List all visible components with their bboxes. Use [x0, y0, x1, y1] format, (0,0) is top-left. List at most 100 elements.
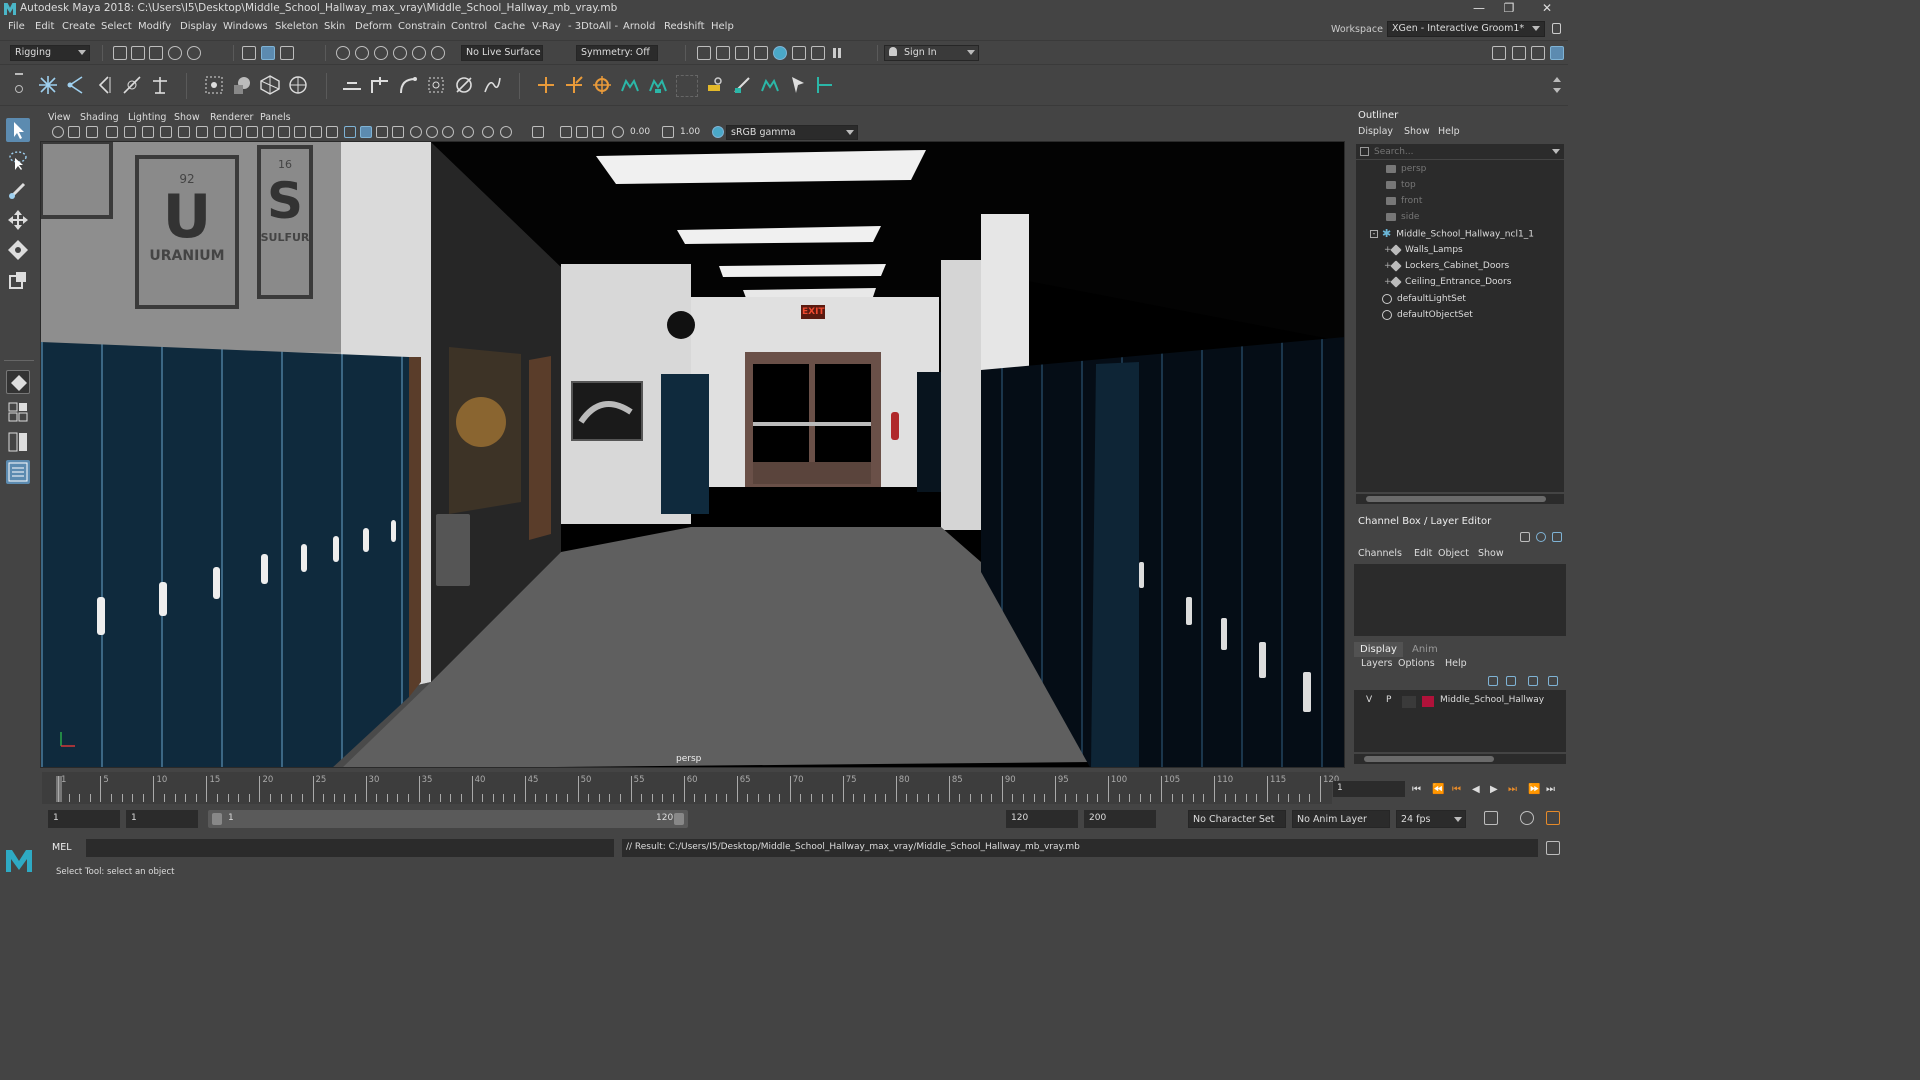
- menu-select[interactable]: Select: [101, 21, 132, 32]
- wireframe-icon[interactable]: [246, 126, 258, 138]
- redshift-render-icon[interactable]: [811, 46, 825, 60]
- range-start-handle[interactable]: [212, 813, 222, 825]
- grease-pencil-icon[interactable]: [482, 126, 494, 138]
- animation-preferences-icon[interactable]: [1546, 811, 1560, 825]
- layer-menu-options[interactable]: Options: [1398, 658, 1435, 669]
- step-forward-key-icon[interactable]: ⏭: [1508, 784, 1517, 795]
- channel-box-icon[interactable]: [1550, 46, 1564, 60]
- menu-edit[interactable]: Edit: [35, 21, 54, 32]
- menu-cache[interactable]: Cache: [494, 21, 525, 32]
- gamma-icon[interactable]: [662, 126, 674, 138]
- scrollbar-thumb[interactable]: [1366, 496, 1546, 502]
- anti-aliasing-icon[interactable]: [442, 126, 454, 138]
- four-view-layout-button[interactable]: [6, 400, 30, 424]
- collapse-icon[interactable]: -: [1370, 230, 1378, 238]
- frame-all-icon[interactable]: [560, 126, 572, 138]
- mirror-joint-icon[interactable]: [94, 75, 114, 95]
- frame-selected-icon[interactable]: [576, 126, 588, 138]
- insert-joint-icon[interactable]: [66, 75, 86, 95]
- channel-menu-edit[interactable]: Edit: [1414, 548, 1432, 559]
- select-component-icon[interactable]: [280, 46, 294, 60]
- shadows-icon[interactable]: [326, 126, 338, 138]
- sign-in-button[interactable]: Sign In: [884, 45, 979, 61]
- xray-joints-icon[interactable]: [376, 126, 388, 138]
- menu-redshift[interactable]: Redshift: [664, 21, 705, 32]
- camera-lock-icon[interactable]: [106, 126, 118, 138]
- select-tool-button[interactable]: [6, 118, 30, 142]
- xray-icon[interactable]: [360, 126, 372, 138]
- layer-display-type-toggle[interactable]: [1402, 696, 1416, 708]
- live-surface-field[interactable]: No Live Surface: [461, 45, 543, 61]
- tab-display[interactable]: Display: [1354, 642, 1403, 657]
- xray-components-icon[interactable]: [392, 126, 404, 138]
- channel-menu-channels[interactable]: Channels: [1358, 548, 1402, 559]
- menu-file[interactable]: File: [8, 21, 25, 32]
- move-tool-button[interactable]: [6, 208, 30, 232]
- safe-action-icon[interactable]: [214, 126, 226, 138]
- outliner-menu-display[interactable]: Display: [1358, 126, 1393, 137]
- menu-help[interactable]: Help: [711, 21, 734, 32]
- play-backward-icon[interactable]: ◀: [1472, 784, 1480, 795]
- step-forward-icon[interactable]: ⏩: [1528, 784, 1540, 795]
- filter-icon[interactable]: [1360, 147, 1369, 156]
- mirror-skin-weights-icon[interactable]: [288, 75, 308, 95]
- layer-horizontal-scrollbar[interactable]: [1354, 754, 1566, 764]
- snap-point-icon[interactable]: [374, 46, 388, 60]
- paint-select-tool-button[interactable]: [6, 178, 30, 202]
- step-back-key-icon[interactable]: ⏮: [1452, 784, 1461, 795]
- bookmark-icon[interactable]: [124, 126, 136, 138]
- layer-color-swatch[interactable]: [1422, 696, 1434, 707]
- layer-menu-help[interactable]: Help: [1445, 658, 1467, 669]
- cluster-icon[interactable]: [342, 75, 362, 95]
- color-management-icon[interactable]: [712, 126, 724, 138]
- channel-menu-show[interactable]: Show: [1478, 548, 1504, 559]
- wireframe-on-shaded-icon[interactable]: [278, 126, 290, 138]
- single-perspective-layout-button[interactable]: [6, 370, 30, 394]
- vray-render-icon[interactable]: [773, 46, 787, 60]
- menu-constrain[interactable]: Constrain: [398, 21, 446, 32]
- outliner-item-persp[interactable]: persp: [1386, 162, 1426, 176]
- go-to-start-icon[interactable]: ⏮: [1412, 784, 1421, 795]
- scrollbar-thumb[interactable]: [1364, 756, 1494, 762]
- sculpt-deformer-icon[interactable]: [426, 75, 446, 95]
- arnold-render-icon[interactable]: [792, 46, 806, 60]
- attribute-editor-icon[interactable]: [1512, 46, 1526, 60]
- ipr-render-icon[interactable]: [716, 46, 730, 60]
- outliner-menu-show[interactable]: Show: [1404, 126, 1430, 137]
- layer-name[interactable]: Middle_School_Hallway: [1440, 695, 1544, 705]
- two-sided-lighting-icon[interactable]: [592, 126, 604, 138]
- viewport-menu-panels[interactable]: Panels: [260, 112, 291, 123]
- ambient-occlusion-icon[interactable]: [410, 126, 422, 138]
- anim-layer-dropdown[interactable]: No Anim Layer: [1292, 810, 1390, 828]
- set-key-icon[interactable]: [704, 75, 724, 95]
- viewport-menu-renderer[interactable]: Renderer: [210, 112, 253, 123]
- outliner-item-front[interactable]: front: [1386, 194, 1422, 208]
- render-settings-icon[interactable]: [735, 46, 749, 60]
- menu-control[interactable]: Control: [451, 21, 487, 32]
- menu-windows[interactable]: Windows: [223, 21, 268, 32]
- menu-skeleton[interactable]: Skeleton: [275, 21, 318, 32]
- open-scene-icon[interactable]: [131, 46, 145, 60]
- scale-tool-button[interactable]: [6, 268, 30, 292]
- workspace-dropdown[interactable]: XGen - Interactive Groom1*: [1387, 21, 1545, 37]
- outliner-item-default-light-set[interactable]: defaultLightSet: [1382, 292, 1466, 306]
- depth-of-field-icon[interactable]: [462, 126, 474, 138]
- isolate-select-icon[interactable]: [344, 126, 356, 138]
- gamma-field[interactable]: 1.00: [680, 127, 700, 137]
- redo-icon[interactable]: [187, 46, 201, 60]
- lock-icon[interactable]: [1552, 23, 1561, 34]
- outliner-item-default-object-set[interactable]: defaultObjectSet: [1382, 308, 1473, 322]
- field-chart-icon[interactable]: [196, 126, 208, 138]
- new-scene-icon[interactable]: [113, 46, 127, 60]
- time-slider[interactable]: 1 5 10 15 20 25 30 35 40 45 50 55 60 65 70 75 80 85 90 95 10…: [42, 772, 1339, 804]
- wrap-deformer-icon[interactable]: [482, 75, 502, 95]
- outliner-item-top[interactable]: top: [1386, 178, 1416, 192]
- tool-settings-icon[interactable]: [1531, 46, 1545, 60]
- viewport-menu-lighting[interactable]: Lighting: [128, 112, 166, 123]
- layer-playback-toggle[interactable]: P: [1386, 695, 1391, 705]
- new-layer-selected-icon[interactable]: [1548, 676, 1558, 686]
- menu-display[interactable]: Display: [180, 21, 217, 32]
- script-language-toggle[interactable]: MEL: [52, 842, 72, 853]
- lasso-tool-button[interactable]: [6, 148, 30, 172]
- move-layer-down-icon[interactable]: [1506, 676, 1516, 686]
